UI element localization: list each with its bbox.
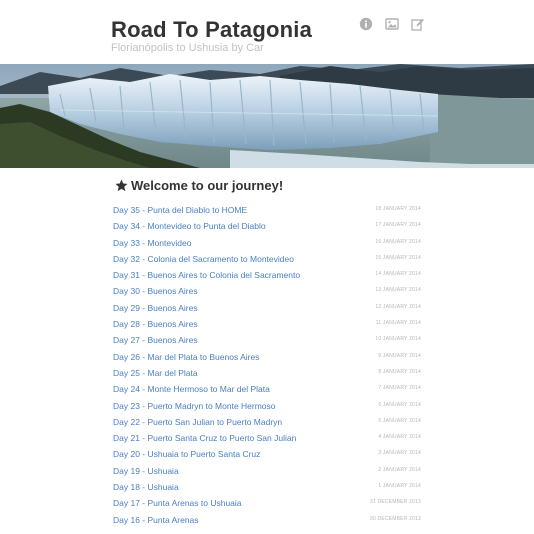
post-item: Day 34 - Montevideo to Punta del Diablo 1… — [111, 219, 423, 235]
post-item: Day 35 - Punta del Diablo to HOME 18 JANU… — [111, 203, 423, 219]
post-link[interactable]: Day 20 - Ushuaia to Puerto Santa Cruz — [113, 449, 260, 459]
post-date: 8 JANUARY 2014 — [378, 368, 421, 375]
post-item: Day 33 - Montevideo 16 JANUARY 2014 — [111, 236, 423, 252]
post-date: 12 JANUARY 2014 — [375, 303, 421, 310]
post-date: 16 JANUARY 2014 — [375, 238, 421, 245]
post-item: Day 16 - Punta Arenas 30 DECEMBER 2013 — [111, 513, 423, 529]
post-item: Day 30 - Buenos Aires 13 JANUARY 2014 — [111, 284, 423, 300]
post-link[interactable]: Day 27 - Buenos Aires — [113, 335, 198, 345]
post-link[interactable]: Day 33 - Montevideo — [113, 238, 191, 248]
post-item: Day 22 - Puerto San Julian to Puerto Mad… — [111, 415, 423, 431]
post-date: 2 JANUARY 2014 — [378, 466, 421, 473]
post-date: 6 JANUARY 2014 — [378, 401, 421, 408]
post-item: Day 23 - Puerto Madryn to Monte Hermoso 6… — [111, 399, 423, 415]
post-link[interactable]: Day 34 - Montevideo to Punta del Diablo — [113, 221, 266, 231]
post-link[interactable]: Day 23 - Puerto Madryn to Monte Hermoso — [113, 401, 276, 411]
edit-icon[interactable] — [411, 17, 425, 31]
post-item: Day 31 - Buenos Aires to Colonia del Sac… — [111, 268, 423, 284]
section-title: Welcome to our journey! — [131, 178, 284, 193]
post-item: Day 25 - Mar del Plata 8 JANUARY 2014 — [111, 366, 423, 382]
site-header: Road To Patagonia Florianópolis to Ushus… — [0, 0, 534, 64]
post-item: Day 21 - Puerto Santa Cruz to Puerto San… — [111, 431, 423, 447]
post-link[interactable]: Day 29 - Buenos Aires — [113, 303, 198, 313]
post-item: Day 32 - Colonia del Sacramento to Monte… — [111, 252, 423, 268]
post-item: Day 28 - Buenos Aires 11 JANUARY 2014 — [111, 317, 423, 333]
post-date: 3 JANUARY 2014 — [378, 450, 421, 457]
post-item: Day 20 - Ushuaia to Puerto Santa Cruz 3 J… — [111, 447, 423, 463]
post-link[interactable]: Day 17 - Punta Arenas to Ushuaia — [113, 498, 242, 508]
post-link[interactable]: Day 31 - Buenos Aires to Colonia del Sac… — [113, 270, 300, 280]
post-date: 10 JANUARY 2014 — [375, 336, 421, 343]
post-date: 9 JANUARY 2014 — [378, 352, 421, 359]
photo-icon[interactable] — [385, 17, 399, 31]
header-icon-bar — [359, 17, 425, 31]
post-date: 4 JANUARY 2014 — [378, 434, 421, 441]
post-date: 31 DECEMBER 2013 — [369, 499, 421, 506]
post-link[interactable]: Day 35 - Punta del Diablo to HOME — [113, 205, 247, 215]
post-link[interactable]: Day 25 - Mar del Plata — [113, 368, 198, 378]
post-link[interactable]: Day 30 - Buenos Aires — [113, 286, 198, 296]
post-date: 13 JANUARY 2014 — [375, 287, 421, 294]
post-date: 11 JANUARY 2014 — [375, 320, 421, 327]
post-link[interactable]: Day 16 - Punta Arenas — [113, 515, 199, 525]
post-date: 1 JANUARY 2014 — [378, 483, 421, 490]
post-date: 14 JANUARY 2014 — [375, 271, 421, 278]
post-list: Day 35 - Punta del Diablo to HOME 18 JANU… — [111, 203, 423, 529]
post-link[interactable]: Day 22 - Puerto San Julian to Puerto Mad… — [113, 417, 282, 427]
post-link[interactable]: Day 26 - Mar del Plata to Buenos Aires — [113, 352, 259, 362]
post-date: 7 JANUARY 2014 — [378, 385, 421, 392]
post-item: Day 26 - Mar del Plata to Buenos Aires 9 … — [111, 350, 423, 366]
post-date: 18 JANUARY 2014 — [375, 206, 421, 212]
post-item: Day 19 - Ushuaia 2 JANUARY 2014 — [111, 464, 423, 480]
post-link[interactable]: Day 18 - Ushuaia — [113, 482, 179, 492]
site-title[interactable]: Road To Patagonia — [111, 17, 312, 43]
post-date: 17 JANUARY 2014 — [375, 222, 421, 229]
site-subtitle: Florianópolis to Ushusia by Car — [111, 42, 264, 54]
post-date: 15 JANUARY 2014 — [375, 254, 421, 261]
post-link[interactable]: Day 21 - Puerto Santa Cruz to Puerto San… — [113, 433, 296, 443]
post-link[interactable]: Day 24 - Monte Hermoso to Mar del Plata — [113, 384, 270, 394]
post-link[interactable]: Day 19 - Ushuaia — [113, 466, 179, 476]
post-item: Day 24 - Monte Hermoso to Mar del Plata 7… — [111, 382, 423, 398]
info-icon[interactable] — [359, 17, 373, 31]
post-item: Day 17 - Punta Arenas to Ushuaia 31 DECEM… — [111, 496, 423, 512]
banner-image — [0, 64, 534, 168]
post-item: Day 27 - Buenos Aires 10 JANUARY 2014 — [111, 333, 423, 349]
post-item: Day 29 - Buenos Aires 12 JANUARY 2014 — [111, 301, 423, 317]
post-item: Day 18 - Ushuaia 1 JANUARY 2014 — [111, 480, 423, 496]
post-link[interactable]: Day 28 - Buenos Aires — [113, 319, 198, 329]
star-icon — [115, 179, 128, 192]
post-date: 5 JANUARY 2014 — [378, 417, 421, 424]
post-link[interactable]: Day 32 - Colonia del Sacramento to Monte… — [113, 254, 294, 264]
post-date: 30 DECEMBER 2013 — [369, 515, 421, 522]
